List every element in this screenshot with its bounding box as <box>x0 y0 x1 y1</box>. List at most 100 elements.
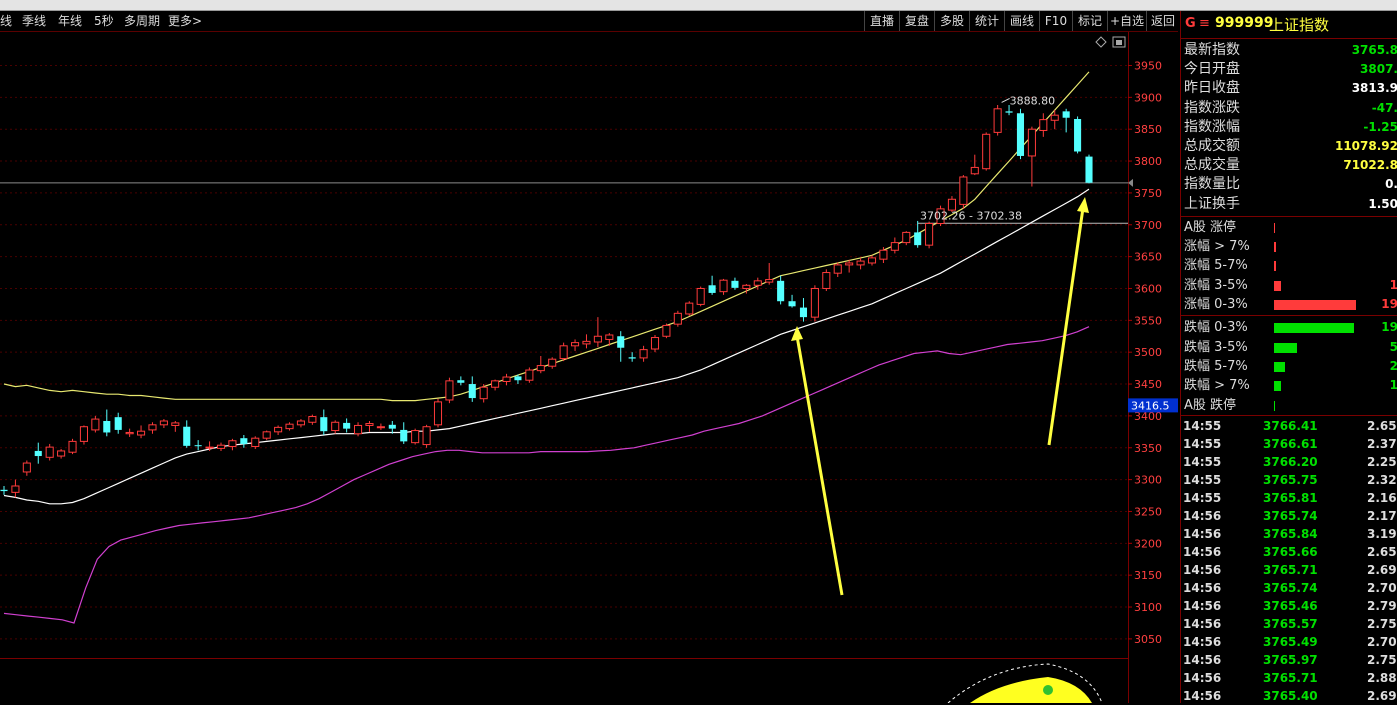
y-tick-label: 3300 <box>1134 474 1162 487</box>
candle-body-up <box>536 365 545 372</box>
tick-row: 14:56 3765.49 2.70 <box>1181 633 1397 651</box>
replay-button[interactable]: 复盘 <box>899 11 934 31</box>
candle-body-down <box>799 307 808 318</box>
y-tick-label: 3950 <box>1134 59 1162 72</box>
tick-volume: 2.70 <box>1367 580 1397 595</box>
candlestick-chart[interactable]: 3950 3900 3850 3800 3750 3700 3650 3600 3550 3500… <box>0 32 1178 703</box>
period-tab-multi[interactable]: 多周期 <box>124 13 160 29</box>
live-button[interactable]: 直播 <box>864 11 899 31</box>
candle-body-up <box>251 437 260 447</box>
candle-body-up <box>433 401 443 426</box>
candle-body-down <box>708 285 716 293</box>
candle-body-up <box>719 279 728 293</box>
stat-value: 3807. <box>1360 62 1397 77</box>
period-tab-year[interactable]: 年线 <box>58 13 82 29</box>
distribution-bar <box>1274 222 1275 233</box>
stat-row: 最新指数 3765.8 <box>1181 41 1397 60</box>
candle-body-up <box>685 302 694 315</box>
candle-body-up <box>959 176 968 205</box>
candle-body-up <box>525 369 534 381</box>
tick-row: 14:56 3765.74 2.17 <box>1181 507 1397 525</box>
candle-body-down <box>1016 113 1025 156</box>
f10-button[interactable]: F10 <box>1039 11 1072 31</box>
add-watchlist-button[interactable]: +自选 <box>1107 11 1146 31</box>
y-tick-label: 3250 <box>1134 505 1162 518</box>
statistics-button[interactable]: 统计 <box>969 11 1004 31</box>
candle-body-down <box>0 489 8 492</box>
distribution-label: 跌幅 0-3% <box>1184 320 1248 336</box>
candle-body-up <box>993 108 1002 133</box>
candle-body-up <box>376 426 385 429</box>
tick-row: 14:55 3766.61 2.37 <box>1181 435 1397 453</box>
distribution-row: 跌幅 3-5% 5 <box>1181 338 1397 357</box>
distribution-row: 涨幅 3-5% 1 <box>1181 276 1397 295</box>
candle-body-down <box>400 429 408 442</box>
candle-body-up <box>91 418 100 431</box>
title-bar <box>0 0 1397 11</box>
candle-body-up <box>833 264 842 274</box>
candle-body-up <box>354 424 363 435</box>
period-tab[interactable]: 线 <box>0 13 12 29</box>
y-tick-label: 3750 <box>1134 187 1162 200</box>
long-ma-line <box>3 326 1090 624</box>
tick-time: 14:56 <box>1183 598 1222 613</box>
candle-body-up <box>422 426 431 446</box>
mark-button[interactable]: 标记 <box>1072 11 1107 31</box>
tick-price: 3765.97 <box>1263 652 1318 667</box>
distribution-value: 1 <box>1389 277 1397 292</box>
candle-body-down <box>457 380 465 383</box>
candle-body-up <box>22 462 31 473</box>
candle-body-down <box>183 426 191 446</box>
tick-price: 3765.49 <box>1263 634 1318 649</box>
candle-body-down <box>34 450 42 457</box>
distribution-bar <box>1274 342 1297 353</box>
y-tick-label: 3150 <box>1134 569 1162 582</box>
candle-body-down <box>1062 111 1070 118</box>
tick-volume: 3.19 <box>1367 526 1397 541</box>
distribution-value: 5 <box>1389 339 1397 354</box>
back-button[interactable]: 返回 <box>1146 11 1179 31</box>
candle-body-down <box>343 422 351 429</box>
tick-row: 14:56 3765.57 2.75 <box>1181 615 1397 633</box>
tick-price: 3766.61 <box>1263 436 1318 451</box>
y-tick-label: 3800 <box>1134 155 1162 168</box>
high-annotation-label: 3888.80 <box>1010 94 1056 107</box>
y-tick-label: 3450 <box>1134 378 1162 391</box>
tick-volume: 2.75 <box>1367 652 1397 667</box>
period-tab-5s[interactable]: 5秒 <box>94 13 114 29</box>
window-icon-inner <box>1116 40 1122 45</box>
stat-label: 最新指数 <box>1184 42 1240 58</box>
multi-stock-button[interactable]: 多股 <box>934 11 969 31</box>
tick-row: 14:56 3765.84 3.19 <box>1181 525 1397 543</box>
candle-body-up <box>479 386 488 400</box>
tick-row: 14:56 3765.66 2.65 <box>1181 543 1397 561</box>
candle-body-down <box>788 301 796 307</box>
candle-body-up <box>57 450 66 457</box>
tick-row: 14:55 3766.41 2.65 <box>1181 417 1397 435</box>
tick-price: 3765.71 <box>1263 562 1318 577</box>
y-tick-label: 3050 <box>1134 633 1162 646</box>
tick-row: 14:55 3765.81 2.16 <box>1181 489 1397 507</box>
menu-icon[interactable]: ≡ <box>1199 16 1210 31</box>
candle-body-down <box>1085 156 1093 183</box>
tick-volume: 2.75 <box>1367 616 1397 631</box>
distribution-label: 涨幅 > 7% <box>1184 239 1250 255</box>
tick-volume: 2.32 <box>1367 472 1397 487</box>
stock-badge: G <box>1185 16 1196 31</box>
diamond-icon[interactable] <box>1095 36 1107 48</box>
tick-row: 14:56 3765.97 2.75 <box>1181 651 1397 669</box>
candle-body-up <box>445 380 454 401</box>
candle-body-up <box>810 287 819 318</box>
distribution-bar <box>1274 280 1282 291</box>
period-tab-quarter[interactable]: 季线 <box>22 13 46 29</box>
candle-body-up <box>262 431 271 439</box>
candle-body-up <box>582 340 591 345</box>
draw-line-button[interactable]: 画线 <box>1004 11 1039 31</box>
candle-body-up <box>502 376 511 382</box>
period-tab-more[interactable]: 更多> <box>168 13 202 29</box>
stat-label: 总成交量 <box>1184 157 1240 174</box>
tick-price: 3765.66 <box>1263 544 1318 559</box>
tick-price: 3765.57 <box>1263 616 1318 631</box>
candle-body-up <box>696 287 705 305</box>
candle-body-up <box>970 166 979 175</box>
